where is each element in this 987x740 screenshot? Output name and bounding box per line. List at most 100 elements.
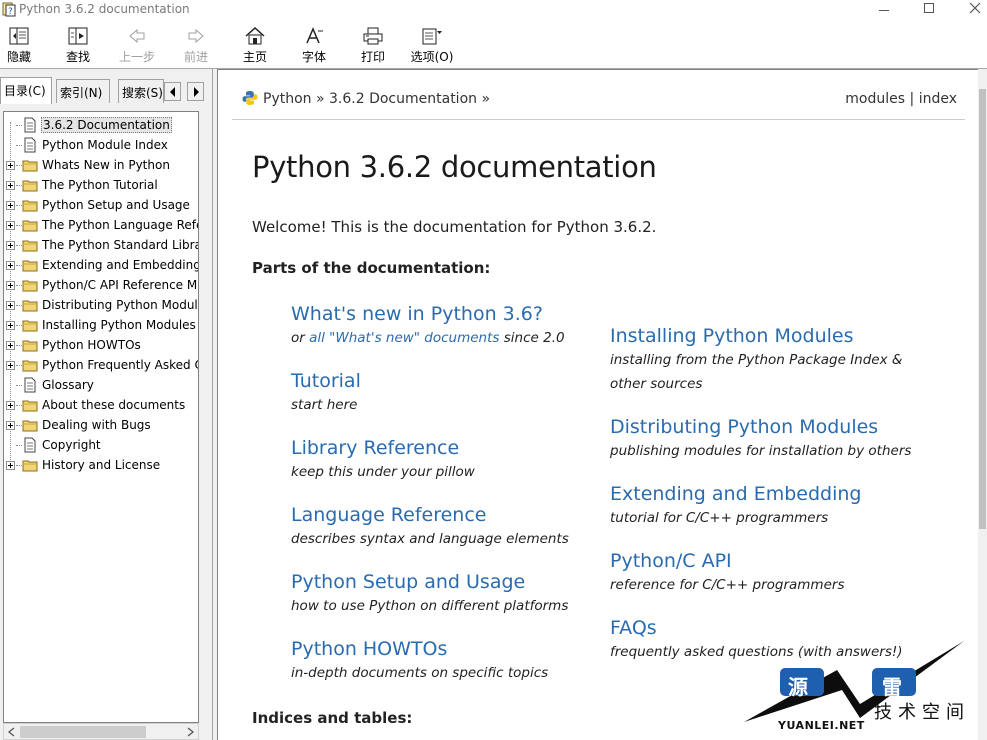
maximize-icon	[924, 3, 934, 13]
tree-item[interactable]: Python Frequently Asked C	[4, 355, 198, 375]
expand-plus-icon[interactable]	[6, 281, 15, 290]
faqs-link[interactable]: FAQs	[610, 616, 950, 640]
maximize-button[interactable]	[906, 0, 952, 21]
scrollbar-thumb[interactable]	[20, 726, 146, 738]
back-button[interactable]: 上一步	[117, 24, 157, 66]
book-folder-icon	[22, 260, 38, 272]
installing-description: installing from the Python Package Index…	[610, 352, 903, 392]
tree-item[interactable]: The Python Standard Libra	[4, 235, 198, 255]
expand-plus-icon[interactable]	[6, 261, 15, 270]
expand-plus-icon[interactable]	[6, 401, 15, 410]
tree-item[interactable]: 3.6.2 Documentation	[4, 115, 198, 135]
library-reference-link[interactable]: Library Reference	[291, 436, 611, 460]
tree-item[interactable]: Python HOWTOs	[4, 335, 198, 355]
indices-heading: Indices and tables:	[252, 709, 413, 727]
minimize-button[interactable]	[861, 0, 907, 21]
hide-button[interactable]: 隐藏	[4, 24, 34, 66]
extending-embedding-link[interactable]: Extending and Embedding	[610, 482, 950, 506]
book-folder-icon	[22, 300, 38, 312]
tree-item-label: Python Module Index	[42, 138, 168, 152]
tree-item-label: Whats New in Python	[42, 158, 170, 172]
close-button[interactable]	[952, 0, 987, 21]
expand-plus-icon[interactable]	[6, 301, 15, 310]
tree-item[interactable]: Python/C API Reference M	[4, 275, 198, 295]
print-button[interactable]: 打印	[359, 24, 387, 66]
tree-item-label: The Python Tutorial	[42, 178, 158, 192]
tree-item[interactable]: Copyright	[4, 435, 198, 455]
tree-item[interactable]: The Python Tutorial	[4, 175, 198, 195]
page-icon	[24, 437, 36, 453]
tree-item[interactable]: Whats New in Python	[4, 155, 198, 175]
tree-item[interactable]: Extending and Embedding	[4, 255, 199, 275]
options-button[interactable]: 选项(O)	[409, 24, 455, 66]
book-folder-icon	[22, 240, 38, 252]
tree-item[interactable]: Glossary	[4, 375, 198, 395]
tree-item-label: 3.6.2 Documentation	[41, 117, 172, 133]
expand-plus-icon[interactable]	[6, 461, 15, 470]
tree-item[interactable]: Installing Python Modules	[4, 315, 198, 335]
scroll-right-icon[interactable]	[184, 727, 196, 737]
whatsnew-description: or all "What's new" documents since 2.0	[291, 326, 611, 350]
tab-contents[interactable]: 目录(C)	[0, 77, 52, 104]
book-folder-icon	[22, 220, 38, 232]
all-whatsnew-link[interactable]: all "What's new" documents	[309, 330, 499, 346]
tree-item[interactable]: Python Module Index	[4, 135, 198, 155]
book-folder-icon	[22, 160, 38, 172]
index-link[interactable]: index	[919, 91, 957, 107]
svg-text:?: ?	[8, 7, 13, 17]
tree-item[interactable]: About these documents	[4, 395, 198, 415]
breadcrumb-separator: »	[315, 91, 325, 107]
breadcrumb-doc-link[interactable]: 3.6.2 Documentation	[329, 91, 477, 107]
locate-button[interactable]: 查找	[64, 24, 92, 66]
document-vertical-scrollbar[interactable]	[978, 69, 987, 740]
expand-plus-icon[interactable]	[6, 321, 15, 330]
tab-index[interactable]: 索引(N)	[56, 79, 110, 103]
tree-item-label: Extending and Embedding	[42, 258, 199, 272]
font-button[interactable]: 字体	[300, 24, 328, 66]
desc-suffix: since 2.0	[499, 330, 565, 346]
tutorial-link[interactable]: Tutorial	[291, 369, 611, 393]
scroll-left-icon[interactable]	[6, 727, 18, 737]
breadcrumb-python-link[interactable]: Python	[263, 91, 312, 107]
expand-plus-icon[interactable]	[6, 241, 15, 250]
tree-item-label: Python HOWTOs	[42, 338, 141, 352]
python-logo-icon	[242, 91, 258, 105]
home-button[interactable]: 主页	[241, 24, 269, 66]
tree-horizontal-scrollbar[interactable]	[3, 723, 199, 740]
expand-plus-icon[interactable]	[6, 221, 15, 230]
breadcrumb-separator: »	[481, 91, 491, 107]
expand-plus-icon[interactable]	[6, 201, 15, 210]
book-folder-icon	[22, 460, 38, 472]
howtos-link[interactable]: Python HOWTOs	[291, 637, 611, 661]
tree-item[interactable]: Dealing with Bugs	[4, 415, 198, 435]
tree-item[interactable]: The Python Language Refe	[4, 215, 199, 235]
forward-button[interactable]: 前进	[182, 24, 210, 66]
expand-plus-icon[interactable]	[6, 341, 15, 350]
tab-scroll-right-button[interactable]	[187, 82, 204, 101]
tree-item-label: The Python Language Refe	[42, 218, 199, 232]
expand-plus-icon[interactable]	[6, 361, 15, 370]
tree-item[interactable]: Python Setup and Usage	[4, 195, 198, 215]
related-nav: modules | index	[845, 91, 957, 107]
expand-plus-icon[interactable]	[6, 421, 15, 430]
tree-item[interactable]: Distributing Python Modul	[4, 295, 198, 315]
scrollbar-thumb[interactable]	[979, 89, 986, 529]
book-folder-icon	[22, 180, 38, 192]
c-api-link[interactable]: Python/C API	[610, 549, 950, 573]
tab-scroll-left-button[interactable]	[164, 82, 181, 101]
expand-plus-icon[interactable]	[6, 181, 15, 190]
distributing-modules-link[interactable]: Distributing Python Modules	[610, 415, 950, 439]
tree-item[interactable]: History and License	[4, 455, 198, 475]
watermark-char-1: 源	[788, 675, 808, 699]
modules-link[interactable]: modules	[845, 91, 905, 107]
setup-usage-link[interactable]: Python Setup and Usage	[291, 570, 611, 594]
doc-entry-distributing: Distributing Python Modules publishing m…	[610, 415, 950, 463]
tab-search[interactable]: 搜索(S)	[118, 79, 164, 103]
breadcrumb: Python » 3.6.2 Documentation »	[263, 91, 490, 107]
whatsnew-link[interactable]: What's new in Python 3.6?	[291, 302, 611, 326]
expand-plus-icon[interactable]	[6, 161, 15, 170]
tutorial-description: start here	[291, 397, 358, 413]
language-reference-link[interactable]: Language Reference	[291, 503, 611, 527]
installing-modules-link[interactable]: Installing Python Modules	[610, 324, 940, 348]
close-icon	[969, 2, 981, 14]
